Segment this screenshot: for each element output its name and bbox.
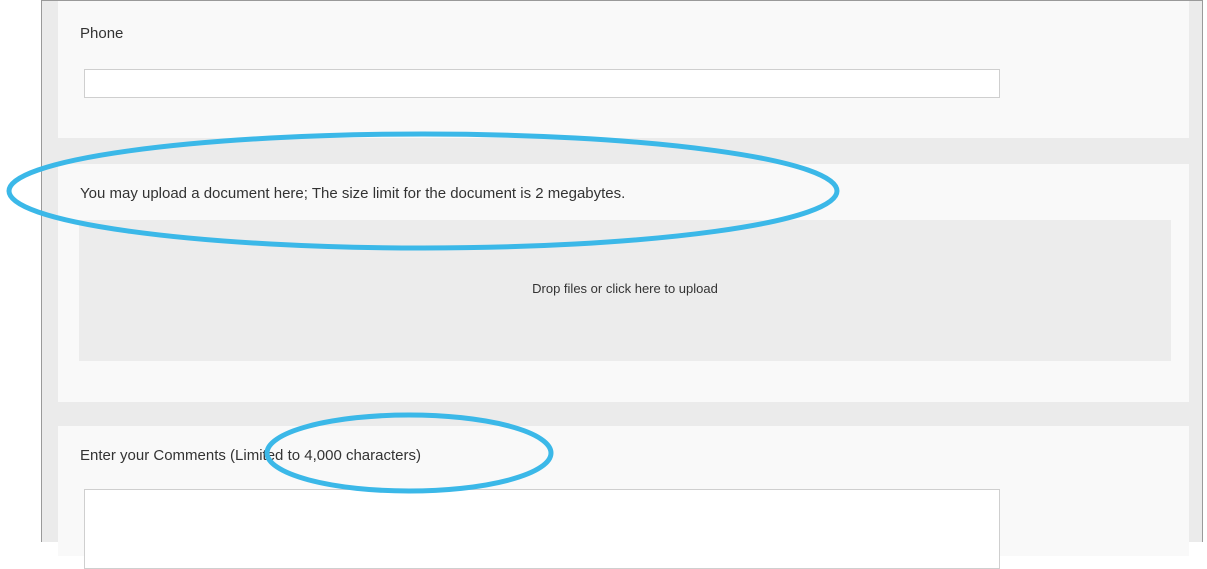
- form-container: Phone You may upload a document here; Th…: [41, 0, 1203, 569]
- phone-input[interactable]: [84, 69, 1000, 98]
- comments-field-panel: Enter your Comments (Limited to 4,000 ch…: [58, 426, 1189, 569]
- phone-label: Phone: [80, 25, 124, 42]
- comments-label: Enter your Comments (Limited to 4,000 ch…: [80, 447, 421, 464]
- upload-field-panel: You may upload a document here; The size…: [58, 164, 1189, 402]
- upload-label: You may upload a document here; The size…: [80, 185, 626, 202]
- comments-textarea[interactable]: [84, 489, 1000, 569]
- phone-field-panel: Phone: [58, 1, 1189, 138]
- file-dropzone[interactable]: Drop files or click here to upload: [79, 220, 1171, 361]
- dropzone-text: Drop files or click here to upload: [532, 281, 718, 296]
